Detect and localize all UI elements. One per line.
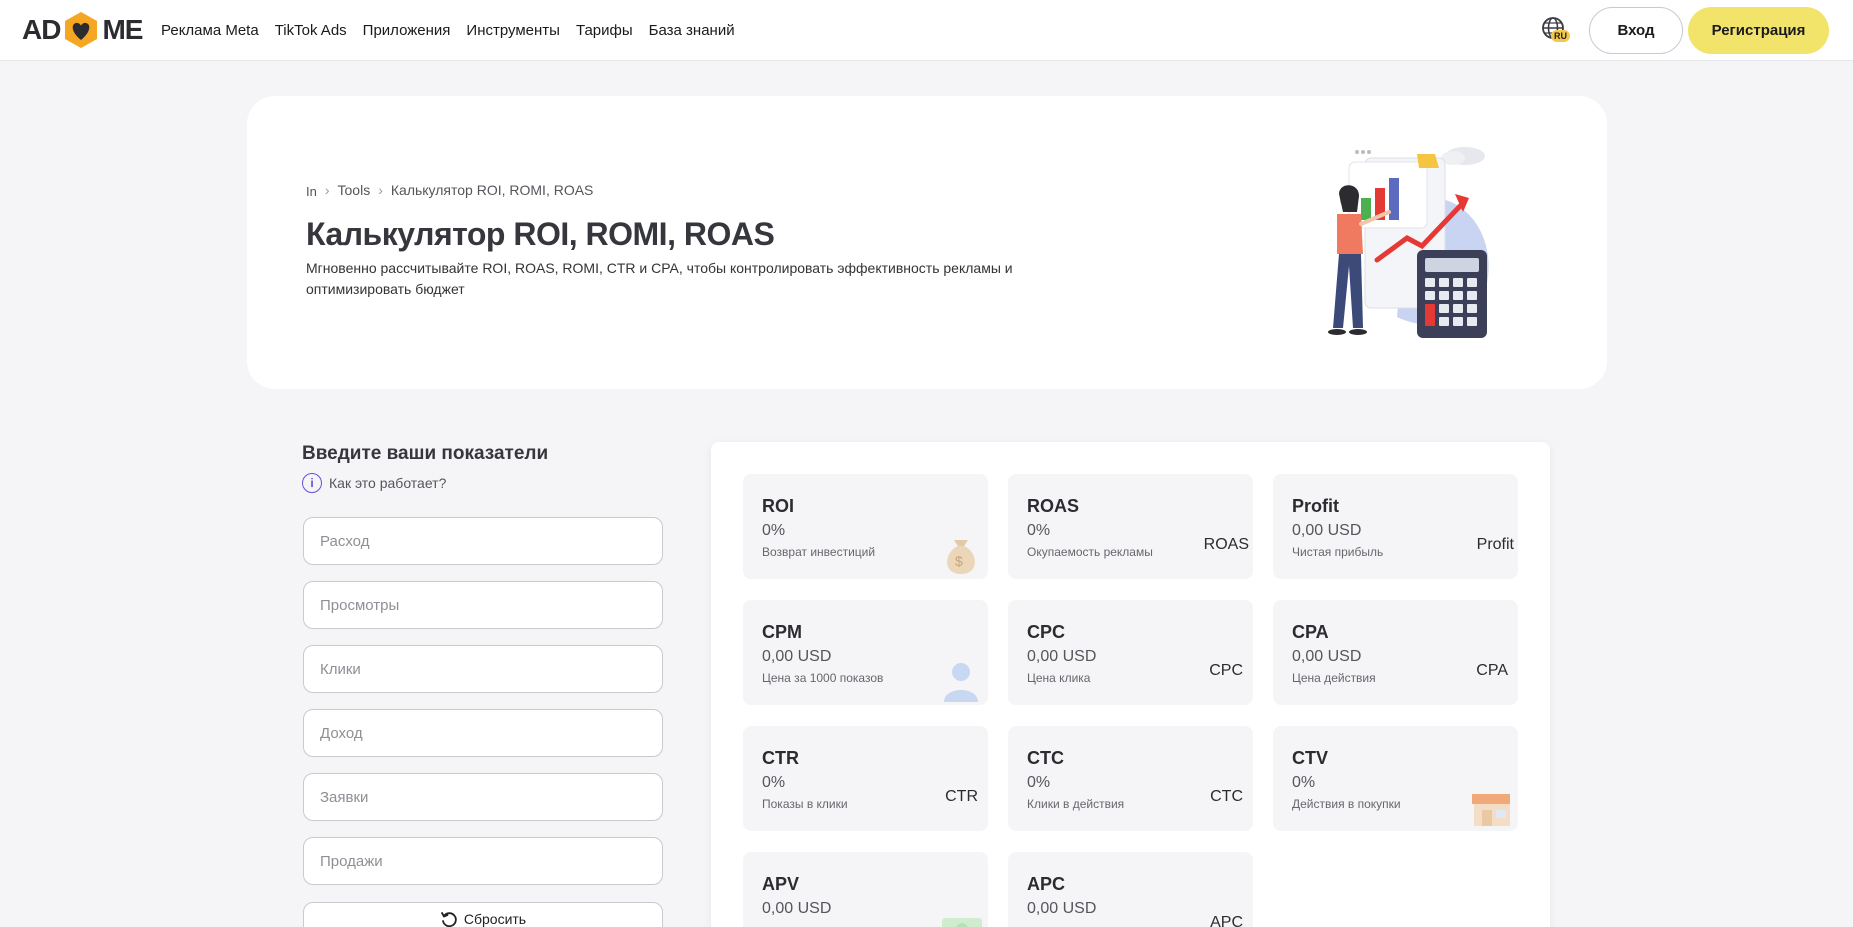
metric-tag: ROAS <box>1203 536 1249 553</box>
metric-value: 0% <box>1027 522 1051 539</box>
metric-tag: Profit <box>1476 536 1514 553</box>
metric-name: CTC <box>1027 748 1064 768</box>
hero-section: In › Tools › Калькулятор ROI, ROMI, ROAS… <box>247 96 1607 389</box>
expense-input[interactable] <box>303 517 663 565</box>
sales-input[interactable] <box>303 837 663 885</box>
register-button[interactable]: Регистрация <box>1688 7 1829 54</box>
nav-tools[interactable]: Инструменты <box>466 22 560 39</box>
nav-pricing[interactable]: Тарифы <box>576 22 633 39</box>
metric-tag: APC <box>1210 914 1243 927</box>
reset-button[interactable]: Сбросить <box>303 902 663 927</box>
logo-text-left: AD <box>22 14 61 45</box>
hero-illustration <box>1257 142 1517 347</box>
metric-desc: Цена действия <box>1292 671 1376 685</box>
breadcrumb-tools[interactable]: Tools <box>338 182 371 198</box>
metric-card-ctv: CTV 0% Действия в покупки <box>1273 726 1518 831</box>
metric-tag: CTR <box>945 788 978 805</box>
metric-card-cpm: CPM 0,00 USD Цена за 1000 показов <box>743 600 988 705</box>
metric-tag: CTC <box>1210 788 1243 805</box>
metric-value: 0% <box>1027 774 1051 791</box>
metric-desc: Показы в клики <box>762 797 848 811</box>
metric-card-ctc: CTC 0% Клики в действия CTC <box>1008 726 1253 831</box>
login-button[interactable]: Вход <box>1589 7 1683 54</box>
metric-value: 0,00 USD <box>762 900 832 917</box>
language-switcher[interactable]: RU <box>1541 16 1571 46</box>
top-header: AD ME Реклама Meta TikTok Ads Приложения… <box>0 0 1853 61</box>
metric-value: 0% <box>1292 774 1316 791</box>
leads-input[interactable] <box>303 773 663 821</box>
breadcrumb: In › Tools › Калькулятор ROI, ROMI, ROAS <box>306 180 594 200</box>
chevron-right-icon: › <box>324 181 330 198</box>
results-panel: ROI 0% Возврат инвестиций $ ROAS 0% Окуп… <box>711 442 1550 927</box>
metric-name: CPC <box>1027 622 1066 642</box>
breadcrumb-home[interactable]: In <box>306 184 317 199</box>
metric-card-apc: APC 0,00 USD APC <box>1008 852 1253 927</box>
metric-name: CTR <box>762 748 799 768</box>
logo-text-right: ME <box>102 14 143 45</box>
money-bag-icon: $ <box>947 540 975 574</box>
metric-card-cpc: CPC 0,00 USD Цена клика CPC <box>1008 600 1253 705</box>
metric-name: ROI <box>762 496 795 516</box>
metric-desc: Окупаемость рекламы <box>1027 545 1153 559</box>
metric-value: 0,00 USD <box>762 648 832 665</box>
metric-card-cpa: CPA 0,00 USD Цена действия CPA <box>1273 600 1518 705</box>
how-it-works-link[interactable]: i Как это работает? <box>302 473 446 493</box>
shop-icon <box>1472 794 1510 826</box>
metric-value: 0,00 USD <box>1292 522 1362 539</box>
metric-value: 0% <box>762 522 786 539</box>
breadcrumb-current: Калькулятор ROI, ROMI, ROAS <box>390 181 594 198</box>
metric-name: APV <box>762 874 800 894</box>
metric-desc: Клики в действия <box>1027 797 1125 811</box>
user-icon <box>944 663 978 702</box>
chevron-right-icon: › <box>378 181 383 198</box>
metric-card-roi: ROI 0% Возврат инвестиций $ <box>743 474 988 579</box>
metric-card-roas: ROAS 0% Окупаемость рекламы ROAS <box>1008 474 1253 579</box>
metric-card-apv: APV 0,00 USD <box>743 852 988 927</box>
metric-desc: Чистая прибыль <box>1292 545 1384 559</box>
nav-knowledge-base[interactable]: База знаний <box>649 22 735 39</box>
svg-text:$: $ <box>955 553 963 569</box>
nav-meta-ads[interactable]: Реклама Meta <box>161 22 259 39</box>
nav-apps[interactable]: Приложения <box>363 22 451 39</box>
metric-name: CTV <box>1292 748 1328 768</box>
metric-tag: CPC <box>1209 662 1243 679</box>
metric-value: 0,00 USD <box>1027 900 1097 917</box>
metric-desc: Цена за 1000 показов <box>762 671 884 685</box>
page-title: Калькулятор ROI, ROMI, ROAS <box>306 216 775 252</box>
adme-logo[interactable]: AD ME <box>22 10 143 50</box>
metric-name: APC <box>1027 874 1066 894</box>
views-input[interactable] <box>303 581 663 629</box>
logo-heart-icon <box>61 10 101 50</box>
info-icon: i <box>302 473 322 493</box>
form-title: Введите ваши показатели <box>302 443 549 464</box>
page-description: Мгновенно рассчитывайте ROI, ROAS, ROMI,… <box>306 260 1013 297</box>
metric-value: 0,00 USD <box>1292 648 1362 665</box>
metric-name: CPA <box>1292 622 1329 642</box>
how-it-works-label: Как это работает? <box>329 475 447 491</box>
nav-tiktok-ads[interactable]: TikTok Ads <box>275 22 347 39</box>
reset-icon <box>440 912 457 927</box>
metric-desc: Возврат инвестиций <box>762 545 876 559</box>
clicks-input[interactable] <box>303 645 663 693</box>
language-badge: RU <box>1551 30 1570 42</box>
reset-label: Сбросить <box>463 911 527 927</box>
metric-desc: Действия в покупки <box>1292 797 1401 811</box>
main-nav: Реклама Meta TikTok Ads Приложения Инстр… <box>161 0 735 61</box>
metric-value: 0% <box>762 774 786 791</box>
metric-name: CPM <box>762 622 802 642</box>
banknote-icon <box>942 918 982 927</box>
metric-tag: CPA <box>1476 662 1508 679</box>
metric-card-profit: Profit 0,00 USD Чистая прибыль Profit <box>1273 474 1518 579</box>
metric-desc: Цена клика <box>1027 671 1091 685</box>
revenue-input[interactable] <box>303 709 663 757</box>
metric-card-ctr: CTR 0% Показы в клики CTR <box>743 726 988 831</box>
metric-value: 0,00 USD <box>1027 648 1097 665</box>
metric-name: Profit <box>1292 496 1339 516</box>
metric-name: ROAS <box>1027 496 1080 516</box>
